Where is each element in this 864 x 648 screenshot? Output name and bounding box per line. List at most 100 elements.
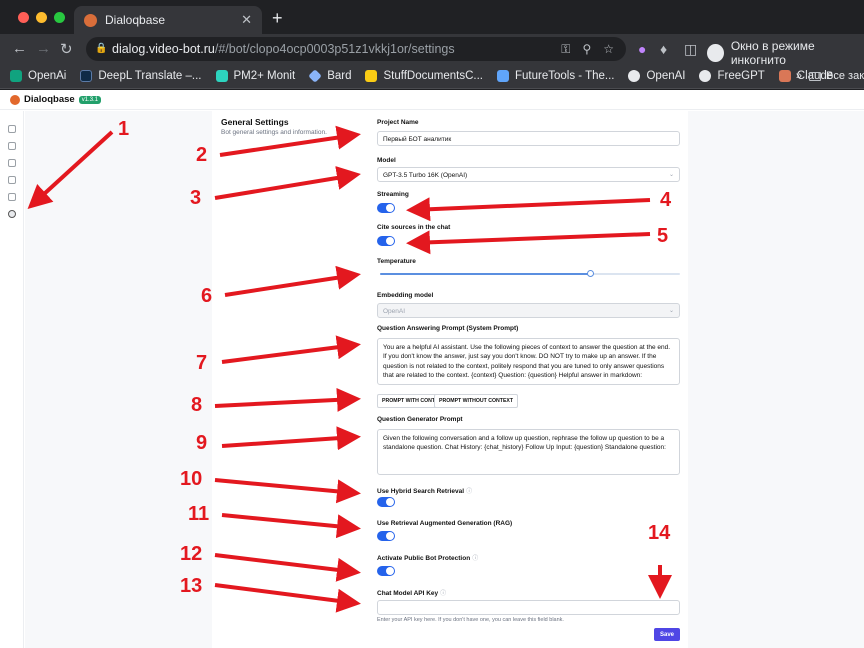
annotation-number: 7 — [196, 352, 208, 374]
cite-sources-label: Cite sources in the chat — [377, 224, 451, 231]
bookmark-item[interactable]: StuffDocumentsC... — [365, 70, 483, 82]
streaming-toggle[interactable] — [377, 203, 395, 213]
close-window-button[interactable] — [18, 12, 29, 23]
new-tab-button[interactable]: + — [272, 8, 283, 29]
model-select-value: GPT-3.5 Turbo 16K (OpenAI) — [383, 172, 468, 179]
side-panel-icon[interactable]: ◫ — [684, 41, 697, 58]
right-gutter — [688, 111, 864, 648]
futuretools-icon — [496, 70, 509, 82]
model-select[interactable]: GPT-3.5 Turbo 16K (OpenAI) ⌄ — [377, 167, 680, 182]
address-bar[interactable]: 🔒 dialog.video-bot.ru/#/bot/clopo4ocp000… — [86, 37, 626, 61]
annotation-number: 1 — [118, 118, 130, 140]
sidebar-database-icon[interactable] — [8, 142, 16, 150]
browser-tab-bar: Dialoqbase ✕ + — [0, 0, 864, 34]
bookmark-item[interactable]: OpenAi — [10, 70, 66, 82]
forward-icon[interactable]: → — [36, 40, 51, 57]
reload-icon[interactable]: ↻ — [60, 40, 73, 58]
extension-icon[interactable]: ● — [638, 41, 646, 57]
bookmarks-overflow-button[interactable]: » — [796, 70, 802, 82]
model-label: Model — [377, 157, 396, 164]
embedding-model-select: OpenAI ⌄ — [377, 303, 680, 318]
bookmark-item[interactable]: FreeGPT — [699, 70, 765, 82]
folder-icon — [809, 71, 822, 81]
prompt-without-context-button[interactable]: PROMPT WITHOUT CONTEXT — [434, 394, 519, 408]
sidebar-integrations-icon[interactable] — [8, 159, 16, 167]
star-icon[interactable]: ☆ — [603, 42, 614, 57]
api-key-label: Chat Model API Key ⓘ — [377, 590, 447, 597]
info-icon[interactable]: ⓘ — [440, 591, 446, 597]
sidebar-settings-icon[interactable] — [8, 210, 16, 218]
all-bookmarks-folder[interactable]: Все зак — [809, 70, 864, 82]
annotation-number: 8 — [191, 394, 203, 416]
browser-tab[interactable]: Dialoqbase ✕ — [74, 6, 262, 34]
app-brand[interactable]: Dialoqbase — [24, 94, 75, 105]
dialoqbase-favicon-icon — [84, 13, 97, 27]
temperature-label: Temperature — [377, 258, 416, 265]
save-button[interactable]: Save — [654, 628, 680, 641]
annotation-number: 11 — [188, 503, 210, 525]
incognito-icon — [707, 44, 724, 62]
url-host: dialog.video-bot.ru — [112, 42, 215, 56]
dialoqbase-logo-icon — [10, 94, 20, 105]
pm2-icon — [215, 70, 228, 82]
cite-sources-toggle[interactable] — [377, 236, 395, 246]
minimize-window-button[interactable] — [36, 12, 47, 23]
openai-icon — [10, 70, 22, 82]
browser-nav-bar: ← → ↻ 🔒 dialog.video-bot.ru/#/bot/clopo4… — [0, 34, 864, 67]
project-name-label: Project Name — [377, 119, 419, 126]
project-name-input[interactable]: Первый БОТ аналитик — [377, 131, 680, 146]
maximize-window-button[interactable] — [54, 12, 65, 23]
info-icon[interactable]: ⓘ — [472, 556, 478, 562]
rag-label: Use Retrieval Augmented Generation (RAG) — [377, 520, 513, 527]
bookmark-item[interactable]: FutureTools - The... — [496, 70, 614, 82]
api-key-input[interactable] — [377, 600, 680, 615]
bookmarks-bar: OpenAi DeepL Translate –... PM2+ Monit B… — [0, 64, 864, 89]
close-tab-icon[interactable]: ✕ — [241, 12, 252, 28]
zoom-icon[interactable]: ⚲ — [582, 42, 591, 57]
section-title: General Settings — [221, 117, 289, 127]
sidebar-appearance-icon[interactable] — [8, 193, 16, 201]
annotation-number: 12 — [180, 543, 203, 565]
temperature-slider[interactable] — [380, 270, 680, 277]
bard-icon — [308, 69, 322, 83]
bookmark-item[interactable]: Bard — [308, 69, 351, 83]
chevron-down-icon: ⌄ — [668, 308, 674, 314]
hybrid-search-toggle[interactable] — [377, 497, 395, 507]
embedding-model-value: OpenAI — [383, 308, 406, 315]
puzzle-icon[interactable]: ♦ — [660, 41, 667, 57]
annotation-number: 9 — [196, 432, 208, 454]
key-icon[interactable]: ⚿ — [561, 42, 570, 57]
annotation-number: 4 — [660, 189, 672, 211]
annotation-number: 5 — [657, 225, 669, 247]
bookmark-item[interactable]: OpenAI — [628, 70, 685, 82]
temperature-slider-fill — [380, 273, 590, 275]
rag-toggle[interactable] — [377, 531, 395, 541]
openai-icon — [628, 70, 641, 82]
section-subtitle: Bot general settings and information. — [221, 129, 327, 136]
sidebar-playground-icon[interactable] — [8, 125, 16, 133]
embedding-model-label: Embedding model — [377, 292, 434, 299]
url-path: /#/bot/clopo4ocp0003p51z1vkkj1or/setting… — [214, 42, 455, 56]
temperature-slider-handle[interactable] — [587, 270, 594, 277]
version-badge: v1.3.1 — [78, 95, 102, 104]
back-icon[interactable]: ← — [12, 40, 27, 57]
annotation-number: 3 — [190, 187, 202, 209]
annotation-number: 14 — [648, 522, 671, 544]
sidebar — [0, 111, 24, 648]
annotation-number: 2 — [196, 144, 208, 166]
incognito-indicator[interactable]: Окно в режиме инкогнито — [707, 39, 864, 67]
deepl-icon — [80, 70, 93, 82]
bookmark-item[interactable]: PM2+ Monit — [215, 70, 295, 82]
tab-title: Dialoqbase — [105, 13, 166, 27]
bookmark-item[interactable]: DeepL Translate –... — [80, 70, 202, 82]
info-icon[interactable]: ⓘ — [466, 489, 472, 495]
hybrid-search-label: Use Hybrid Search Retrieval ⓘ — [377, 488, 473, 495]
qa-prompt-textarea[interactable]: You are a helpful AI assistant. Use the … — [377, 338, 680, 385]
annotation-number: 13 — [180, 575, 203, 597]
public-bot-protection-toggle[interactable] — [377, 566, 395, 576]
sidebar-conversations-icon[interactable] — [8, 176, 16, 184]
annotation-number: 6 — [201, 285, 213, 307]
langchain-icon — [365, 70, 378, 82]
annotation-number: 10 — [180, 468, 203, 490]
question-generator-textarea[interactable]: Given the following conversation and a f… — [377, 429, 680, 475]
